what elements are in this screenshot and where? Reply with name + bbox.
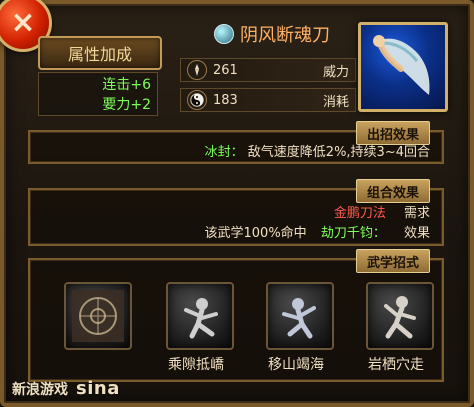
combo-need-value: 金鹏刀法 bbox=[333, 206, 386, 221]
combo-effect-title: 组合效果 bbox=[355, 179, 430, 203]
move-label-3: 移山竭海 bbox=[268, 357, 324, 373]
cost-stat-row: 183 消耗 bbox=[180, 88, 356, 112]
cost-stat-left: 183 bbox=[187, 90, 238, 110]
sword-icon bbox=[187, 60, 207, 80]
cost-value: 183 bbox=[213, 92, 238, 108]
weapon-title: 阴风断魂刀 bbox=[214, 20, 354, 48]
bonus-line-1: 连击+6 bbox=[102, 77, 151, 93]
move-label-2: 乘隙抵嶠 bbox=[168, 357, 224, 373]
move-slot-4[interactable] bbox=[366, 282, 434, 350]
weapon-name: 阴风断魂刀 bbox=[240, 25, 330, 46]
brand-text: 新浪游戏 bbox=[12, 381, 68, 398]
portrait-icon bbox=[373, 35, 430, 95]
combo-effect-prefix: 劫刀千钧： bbox=[320, 226, 386, 241]
spirit-icon bbox=[214, 24, 234, 44]
skill-effect-text: 冰封： 敌气速度降低2%,持续3~4回合 bbox=[205, 141, 430, 160]
move-slot-2[interactable] bbox=[166, 282, 234, 350]
brand-watermark: 新浪游戏 sina bbox=[12, 378, 120, 399]
power-label: 威力 bbox=[322, 64, 349, 80]
figure-icon bbox=[184, 298, 218, 339]
figure-icon bbox=[282, 298, 316, 339]
weapon-portrait[interactable] bbox=[358, 22, 448, 112]
combo-effect-row: 该武学100%命中 劫刀千钧： 效果 bbox=[205, 222, 430, 241]
combo-effect-label: 效果 bbox=[403, 226, 430, 241]
skill-effect-panel: 出招效果 冰封： 敌气速度降低2%,持续3~4回合 bbox=[28, 121, 444, 164]
power-stat-left: 261 bbox=[187, 60, 238, 80]
close-icon: × bbox=[10, 5, 36, 40]
skill-effect-prefix: 冰封： bbox=[204, 145, 244, 160]
move-slot-1[interactable] bbox=[64, 282, 132, 350]
combo-effect-value: 该武学100%命中 bbox=[204, 226, 307, 241]
cost-label: 消耗 bbox=[322, 94, 349, 110]
bonus-list: 连击+6 要力+2 bbox=[38, 72, 158, 116]
skill-effect-description: 敌气速度降低2%,持续3~4回合 bbox=[247, 145, 430, 160]
combo-effect-panel: 组合效果 金鹏刀法 需求 该武学100%命中 劫刀千钧： 效果 bbox=[28, 179, 444, 246]
combo-need-row: 金鹏刀法 需求 bbox=[334, 202, 430, 221]
rune-icon bbox=[72, 290, 124, 342]
power-value: 261 bbox=[213, 62, 238, 78]
attribute-bonus-button[interactable]: 属性加成 bbox=[38, 36, 162, 70]
figure-icon bbox=[384, 296, 416, 339]
sina-logo: sina bbox=[76, 378, 120, 399]
move-label-4: 岩栖穴走 bbox=[368, 357, 424, 373]
bonus-line-2: 要力+2 bbox=[102, 97, 151, 113]
move-slot-3[interactable] bbox=[266, 282, 334, 350]
power-stat-row: 261 威力 bbox=[180, 58, 356, 82]
combo-need-label: 需求 bbox=[403, 206, 430, 221]
martial-moves-title: 武学招式 bbox=[355, 249, 430, 273]
yin-yang-icon bbox=[187, 90, 207, 110]
